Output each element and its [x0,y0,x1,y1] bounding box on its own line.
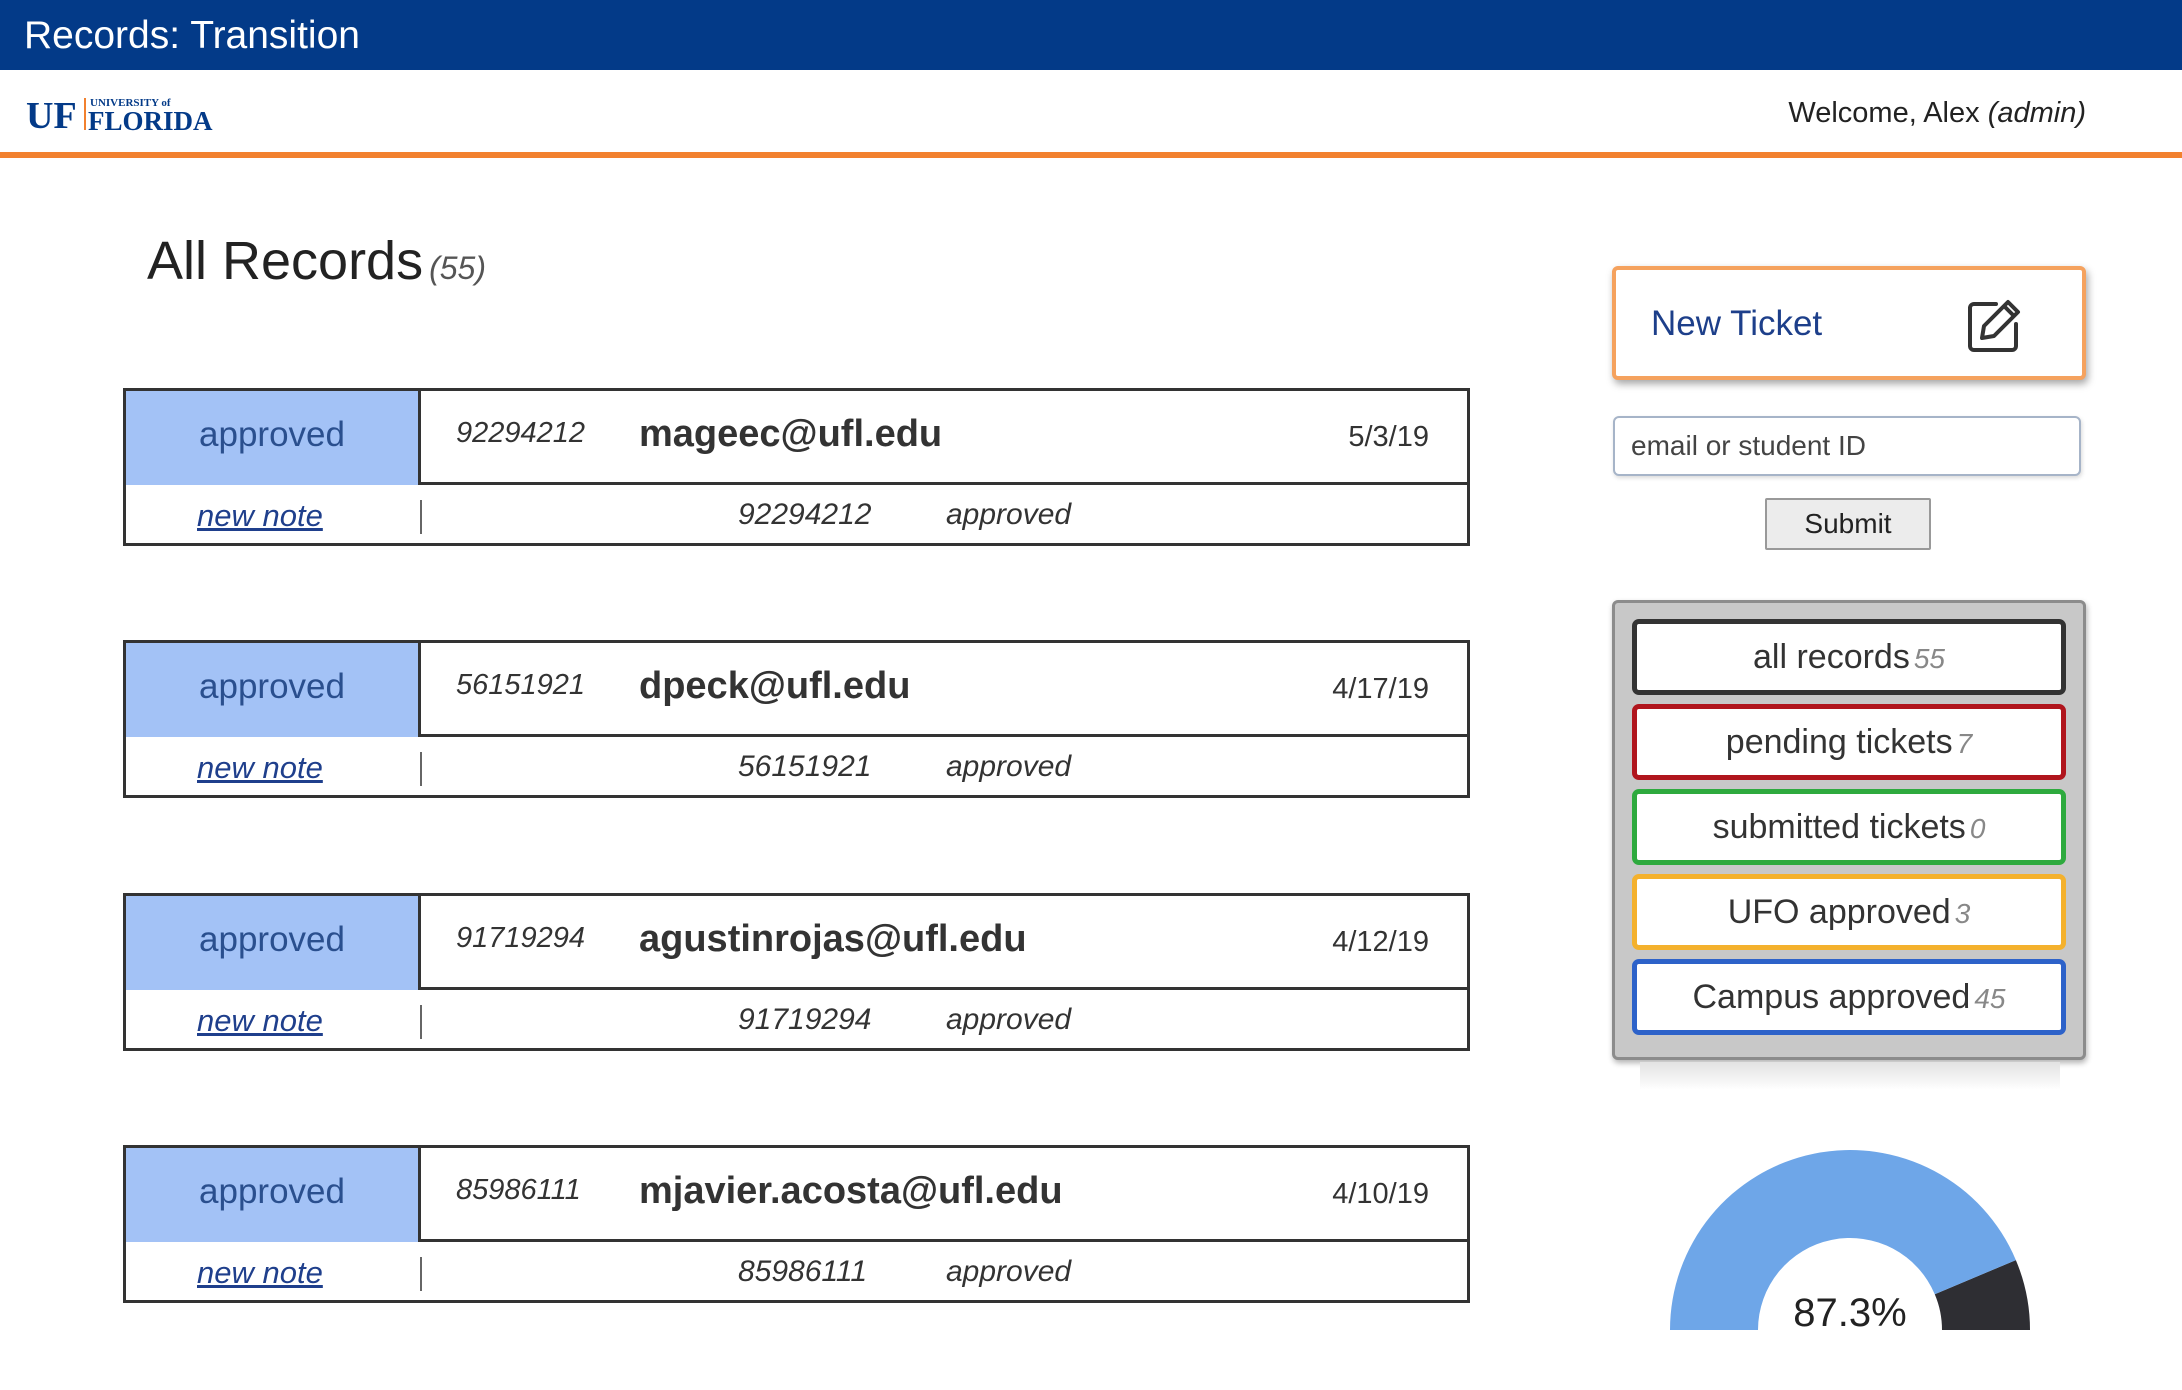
record-detail-row: new note 91719294 approved [126,993,1467,1051]
filter-campus-approved[interactable]: Campus approved 45 [1632,959,2066,1035]
row-divider [420,1005,422,1039]
record-student-id: 85986111 [456,1174,581,1206]
filter-label: UFO approved [1727,893,1951,931]
row-divider [420,1257,422,1291]
record-status: approved [126,1148,421,1242]
record-count: (55) [429,250,486,286]
record-student-id: 56151921 [456,669,586,701]
record-card[interactable]: approved 91719294 agustinrojas@ufl.edu 4… [123,893,1470,1051]
filter-label: submitted tickets [1712,808,1966,846]
filter-label: all records [1753,638,1910,676]
uf-logo: UF UNIVERSITY of FLORIDA [26,95,213,136]
record-card[interactable]: approved 56151921 dpeck@ufl.edu 4/17/19 … [123,640,1470,798]
record-date: 4/10/19 [1332,1178,1429,1210]
filter-all-records[interactable]: all records 55 [1632,619,2066,695]
filter-count: 55 [1913,643,1945,674]
filter-label: pending tickets [1725,723,1953,761]
filter-pending-tickets[interactable]: pending tickets 7 [1632,704,2066,780]
filter-count: 45 [1974,983,2006,1014]
record-detail-status: approved [946,750,1072,783]
record-detail-id: 56151921 [738,750,872,783]
record-summary-row[interactable]: approved 91719294 agustinrojas@ufl.edu 4… [126,896,1467,990]
record-detail-status: approved [946,1255,1072,1288]
record-status: approved [126,391,421,485]
gauge-value-label: 87.3% [1793,1291,1906,1335]
page-title-text: All Records [147,231,424,291]
record-card[interactable]: approved 85986111 mjavier.acosta@ufl.edu… [123,1145,1470,1303]
record-date: 4/17/19 [1332,673,1429,705]
record-email[interactable]: mageec@ufl.edu [639,413,942,456]
filter-count: 3 [1954,898,1971,929]
record-email[interactable]: mjavier.acosta@ufl.edu [639,1170,1063,1213]
record-detail-id: 91719294 [738,1003,872,1036]
row-divider [420,752,422,786]
new-ticket-label: New Ticket [1651,304,1823,343]
record-summary-row[interactable]: approved 92294212 mageec@ufl.edu 5/3/19 [126,391,1467,485]
record-detail-id: 85986111 [738,1255,868,1288]
welcome-message: Welcome, Alex (admin) [1788,97,2086,130]
filter-submitted-tickets[interactable]: submitted tickets 0 [1632,789,2066,865]
app-title-bar: Records: Transition [0,0,2182,70]
record-detail-row: new note 85986111 approved [126,1245,1467,1303]
site-header: UF UNIVERSITY of FLORIDA Welcome, Alex (… [0,70,2182,158]
app-title: Records: Transition [24,14,360,57]
record-date: 5/3/19 [1348,421,1429,453]
record-detail-status: approved [946,1003,1072,1036]
record-email[interactable]: dpeck@ufl.edu [639,665,910,708]
record-status: approved [126,643,421,737]
record-detail-row: new note 56151921 approved [126,740,1467,798]
record-email[interactable]: agustinrojas@ufl.edu [639,918,1027,961]
welcome-text: Welcome, Alex [1788,97,1988,129]
record-status: approved [126,896,421,990]
svg-text:FLORIDA: FLORIDA [88,106,213,136]
filter-panel: all records 55 pending tickets 7 submitted… [1612,600,2086,1060]
new-ticket-button[interactable]: New Ticket [1612,266,2086,380]
record-summary-row[interactable]: approved 56151921 dpeck@ufl.edu 4/17/19 [126,643,1467,737]
approval-gauge: 87.3% [1670,1150,2030,1335]
filter-count: 7 [1956,728,1973,759]
page-title: All Records (55) [147,230,486,292]
filter-ufo-approved[interactable]: UFO approved 3 [1632,874,2066,950]
record-card[interactable]: approved 92294212 mageec@ufl.edu 5/3/19 … [123,388,1470,546]
new-note-link[interactable]: new note [197,1255,323,1291]
svg-text:UF: UF [26,95,77,136]
record-date: 4/12/19 [1332,926,1429,958]
new-note-link[interactable]: new note [197,498,323,534]
record-detail-id: 92294212 [738,498,872,531]
user-role: (admin) [1987,97,2086,129]
new-note-link[interactable]: new note [197,750,323,786]
record-summary-row[interactable]: approved 85986111 mjavier.acosta@ufl.edu… [126,1148,1467,1242]
panel-shadow [1640,1062,2060,1090]
record-student-id: 91719294 [456,922,586,954]
search-input[interactable] [1613,416,2081,476]
new-note-link[interactable]: new note [197,1003,323,1039]
row-divider [420,500,422,534]
filter-label: Campus approved [1692,978,1971,1016]
record-student-id: 92294212 [456,417,586,449]
record-detail-row: new note 92294212 approved [126,488,1467,546]
record-detail-status: approved [946,498,1072,531]
filter-count: 0 [1969,813,1986,844]
edit-icon [1968,300,2020,352]
submit-button[interactable]: Submit [1765,498,1931,550]
